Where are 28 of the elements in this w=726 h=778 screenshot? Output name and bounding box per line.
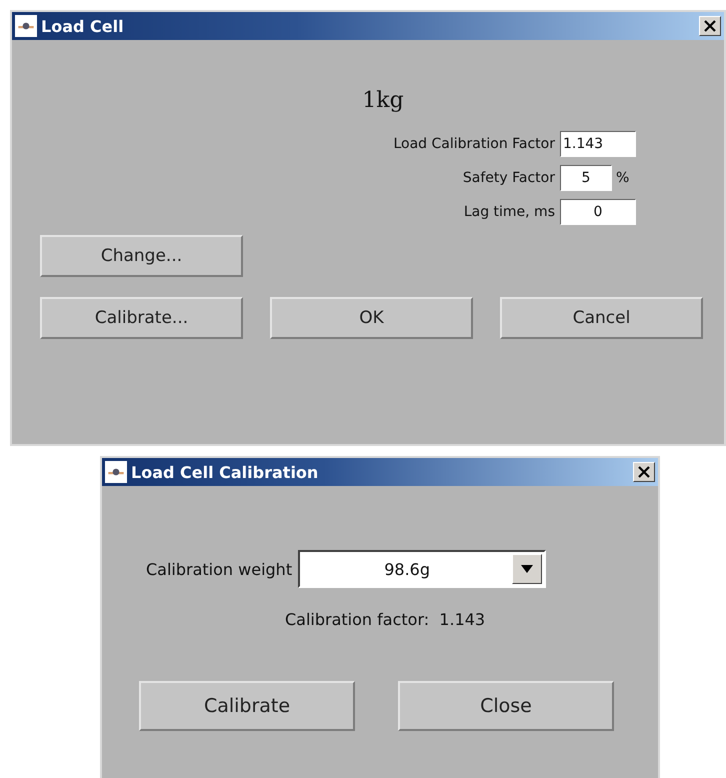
close-icon bbox=[638, 466, 650, 478]
dialog-button[interactable]: Close bbox=[398, 681, 614, 731]
field-label: Lag time, ms bbox=[462, 204, 555, 220]
close-icon bbox=[704, 20, 716, 32]
app-icon bbox=[105, 461, 127, 483]
window-title: Load Cell bbox=[41, 16, 125, 36]
dialog-button[interactable]: OK bbox=[270, 297, 473, 339]
unit-label: % bbox=[615, 170, 630, 186]
caret-icon bbox=[521, 565, 534, 573]
dropdown-button[interactable] bbox=[512, 554, 542, 584]
dropdown-value: 98.6g bbox=[383, 560, 431, 578]
dialog-button[interactable]: Calibrate... bbox=[40, 297, 243, 339]
field-label: Safety Factor bbox=[462, 170, 555, 186]
calibration-factor-text: Calibration factor: 1.143 bbox=[285, 610, 486, 629]
field-label: Calibration weight bbox=[146, 560, 292, 578]
input-field[interactable]: 0 bbox=[560, 199, 636, 225]
field-label: Load Calibration Factor bbox=[392, 136, 555, 152]
change-button[interactable]: Change... bbox=[40, 235, 243, 277]
close-button[interactable] bbox=[699, 16, 721, 36]
weight-dropdown[interactable]: 98.6g bbox=[298, 550, 546, 588]
window-title: Load Cell Calibration bbox=[131, 462, 320, 482]
heading: 1kg bbox=[361, 88, 405, 113]
dialog-button[interactable]: Calibrate bbox=[139, 681, 355, 731]
close-button[interactable] bbox=[633, 462, 655, 482]
dialog-button[interactable]: Cancel bbox=[500, 297, 703, 339]
input-field[interactable]: 5 bbox=[560, 165, 612, 191]
app-icon bbox=[15, 15, 37, 37]
input-field[interactable]: 1.143 bbox=[560, 131, 636, 157]
